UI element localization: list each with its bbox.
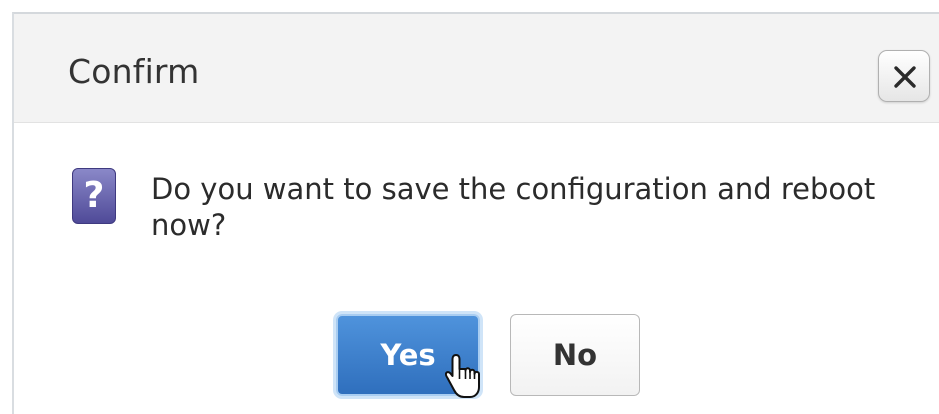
close-button[interactable] [878,50,930,102]
no-button[interactable]: No [510,314,640,396]
dialog-title-bar: Confirm [14,14,939,123]
dialog-title: Confirm [68,52,200,91]
hand-pointer-icon [445,354,480,398]
dialog-message: Do you want to save the configuration an… [151,172,876,242]
close-icon [894,66,916,88]
confirm-dialog: Confirm ? Do you want to save the config… [12,12,939,414]
page: Confirm ? Do you want to save the config… [0,0,939,414]
question-icon: ? [72,168,116,224]
